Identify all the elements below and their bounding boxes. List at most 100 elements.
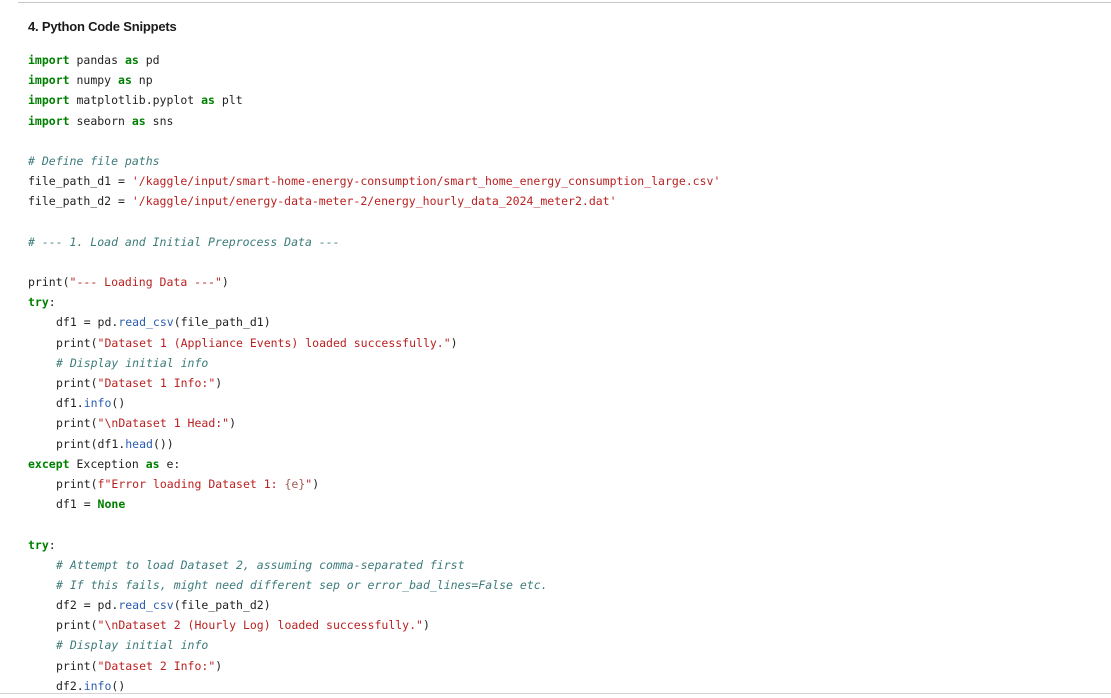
code-token-str: "Dataset 1 Info:" bbox=[97, 376, 216, 390]
code-token-kw: try bbox=[28, 537, 49, 552]
code-token-str: "--- Loading Data ---" bbox=[69, 275, 222, 290]
code-token-kw: as bbox=[131, 113, 146, 128]
code-token-plain: print(df1. bbox=[56, 436, 126, 451]
code-token-kw: None bbox=[97, 497, 126, 512]
code-token-plain: () bbox=[111, 396, 126, 411]
code-line: print("\nDataset 2 (Hourly Log) loaded s… bbox=[28, 615, 720, 635]
code-token-plain: df2 = pd. bbox=[56, 598, 119, 613]
code-token-attr: info bbox=[83, 678, 112, 693]
code-token-plain: df2. bbox=[56, 678, 84, 693]
code-token-plain: sns bbox=[145, 113, 174, 128]
code-token-cmt: # If this fails, might need different se… bbox=[56, 577, 548, 592]
code-token-kw: try bbox=[28, 295, 49, 310]
code-block: import pandas as pd import numpy as np imp… bbox=[28, 50, 720, 696]
code-token-str: "Dataset 1 (Appliance Events) loaded suc… bbox=[97, 335, 451, 350]
code-token-kw: import bbox=[28, 53, 70, 67]
code-token-plain: file_path_d2 = bbox=[28, 194, 132, 209]
code-token-plain: print( bbox=[56, 335, 98, 350]
code-token-kw: as bbox=[201, 93, 215, 108]
code-token-fstr: {e} bbox=[284, 476, 306, 491]
code-token-cmt: # Attempt to load Dataset 2, assuming co… bbox=[56, 557, 465, 572]
code-token-str: '/kaggle/input/smart-home-energy-consump… bbox=[131, 174, 721, 189]
code-token-plain: : bbox=[48, 537, 56, 552]
code-line: # --- 1. Load and Initial Preprocess Dat… bbox=[28, 232, 720, 252]
bottom-divider bbox=[0, 693, 1111, 694]
code-token-kw: except bbox=[28, 456, 70, 471]
code-token-str: f"Error loading Dataset 1: bbox=[97, 476, 285, 491]
code-line: print(f"Error loading Dataset 1: {e}") bbox=[28, 474, 720, 494]
code-token-cmt: # Display initial info bbox=[56, 355, 209, 370]
code-token-plain: e: bbox=[159, 456, 181, 471]
code-line: print(df1.head()) bbox=[28, 434, 720, 454]
code-line: import pandas as pd bbox=[28, 50, 720, 70]
code-token-attr: head bbox=[125, 436, 153, 451]
code-token-kw: import bbox=[28, 93, 70, 108]
code-line: try: bbox=[28, 292, 720, 312]
code-token-plain: plt bbox=[214, 93, 243, 108]
code-line: print("Dataset 1 Info:") bbox=[28, 373, 720, 393]
code-line: file_path_d2 = '/kaggle/input/energy-dat… bbox=[28, 191, 720, 211]
code-token-cmt: # --- 1. Load and Initial Preprocess Dat… bbox=[28, 234, 340, 249]
document-page: 4. Python Code Snippets import pandas as… bbox=[0, 0, 1111, 698]
code-token-plain: ()) bbox=[152, 436, 174, 451]
code-token-plain: df1 = bbox=[56, 497, 98, 512]
code-line: df2 = pd.read_csv(file_path_d2) bbox=[28, 595, 720, 615]
code-line: # Define file paths bbox=[28, 151, 720, 171]
code-token-plain: df1. bbox=[56, 396, 84, 411]
code-token-plain: matplotlib.pyplot bbox=[69, 93, 202, 108]
code-token-str: "\nDataset 2 (Hourly Log) loaded success… bbox=[97, 618, 423, 633]
code-line: # Display initial info bbox=[28, 635, 720, 655]
code-line: print("Dataset 1 (Appliance Events) load… bbox=[28, 333, 720, 353]
code-token-plain: seaborn bbox=[69, 113, 132, 128]
code-token-attr: read_csv bbox=[118, 598, 174, 613]
code-token-plain: pandas bbox=[69, 53, 125, 67]
code-token-plain: ) bbox=[229, 416, 237, 431]
top-divider bbox=[18, 2, 1111, 3]
code-line: df1 = pd.read_csv(file_path_d1) bbox=[28, 312, 720, 332]
code-token-plain: ) bbox=[215, 376, 223, 390]
code-line: file_path_d1 = '/kaggle/input/smart-home… bbox=[28, 171, 720, 191]
code-token-plain: print( bbox=[56, 416, 98, 431]
code-token-kw: as bbox=[118, 73, 132, 88]
code-token-cmt: # Display initial info bbox=[56, 638, 209, 653]
code-token-plain: ) bbox=[422, 618, 430, 633]
code-token-plain: (file_path_d2) bbox=[173, 598, 271, 613]
code-token-plain: print( bbox=[56, 376, 98, 390]
code-token-plain: print( bbox=[28, 275, 70, 290]
code-token-str: '/kaggle/input/energy-data-meter-2/energ… bbox=[131, 194, 617, 209]
code-token-str: "\nDataset 1 Head:" bbox=[97, 416, 230, 431]
code-token-plain: print( bbox=[56, 658, 98, 673]
code-line: # If this fails, might need different se… bbox=[28, 575, 720, 595]
code-token-plain: ) bbox=[221, 275, 229, 290]
code-token-plain: Exception bbox=[69, 456, 146, 471]
code-token-plain: : bbox=[48, 295, 56, 310]
code-token-plain: ) bbox=[450, 335, 458, 350]
code-token-plain: print( bbox=[56, 476, 98, 491]
code-line: df1 = None bbox=[28, 494, 720, 514]
code-token-kw: import bbox=[28, 73, 70, 88]
code-token-plain: np bbox=[131, 73, 153, 88]
code-line: # Display initial info bbox=[28, 353, 720, 373]
code-line: import matplotlib.pyplot as plt bbox=[28, 90, 720, 110]
code-token-plain: df1 = pd. bbox=[56, 315, 119, 330]
code-token-str: "Dataset 2 Info:" bbox=[97, 658, 216, 673]
code-line: print("\nDataset 1 Head:") bbox=[28, 413, 720, 433]
code-line: import seaborn as sns bbox=[28, 111, 720, 131]
code-token-plain: file_path_d1 = bbox=[28, 174, 132, 189]
section-heading: 4. Python Code Snippets bbox=[28, 19, 177, 34]
code-token-attr: read_csv bbox=[118, 315, 174, 330]
code-line: try: bbox=[28, 535, 720, 555]
code-line: except Exception as e: bbox=[28, 454, 720, 474]
code-line: print("--- Loading Data ---") bbox=[28, 272, 720, 292]
code-token-kw: import bbox=[28, 113, 70, 128]
code-token-plain: pd bbox=[138, 53, 160, 67]
code-line: import numpy as np bbox=[28, 70, 720, 90]
code-token-plain: numpy bbox=[69, 73, 119, 88]
code-token-plain: ) bbox=[312, 476, 320, 491]
code-line: # Attempt to load Dataset 2, assuming co… bbox=[28, 555, 720, 575]
code-token-plain: print( bbox=[56, 618, 98, 633]
